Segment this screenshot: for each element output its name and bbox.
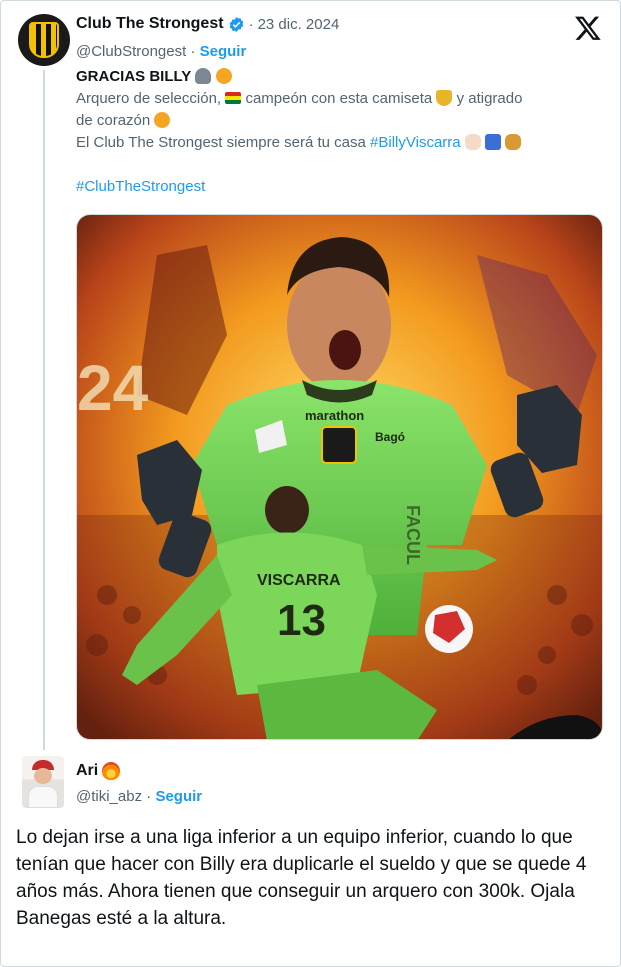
post-date[interactable]: 23 dic. 2024: [258, 16, 340, 33]
tweet-title: GRACIAS BILLY: [76, 68, 192, 85]
hand-emoji-icon: [195, 68, 212, 84]
tweet-header: Club The Strongest · 23 dic. 2024: [76, 15, 339, 33]
tweet-line: El Club The Strongest siempre será tu ca…: [76, 134, 366, 151]
tweet-line: y atigrado: [456, 90, 523, 107]
background-number: 24: [77, 352, 149, 424]
hashtag-link[interactable]: #ClubTheStrongest: [76, 178, 205, 195]
author-handle[interactable]: @ClubStrongest: [76, 43, 186, 60]
fire-emoji-icon: [102, 762, 121, 780]
shirt-emoji-icon: [484, 134, 501, 150]
leopard-emoji-icon: [505, 134, 522, 150]
player-name: VISCARRA: [257, 572, 341, 589]
handle-row: @ClubStrongest · Seguir: [76, 43, 246, 60]
trophy-emoji-icon: [436, 90, 453, 106]
follow-button[interactable]: Seguir: [200, 43, 247, 60]
player-number: 13: [277, 596, 326, 645]
separator: ·: [190, 43, 196, 60]
bolivia-flag-icon: [225, 92, 242, 104]
avatar-club[interactable]: [18, 14, 70, 66]
tweet-line: campeón con esta camiseta: [245, 90, 433, 107]
reply-header: Ari: [76, 762, 121, 780]
tiger-emoji-icon: [215, 68, 232, 84]
hashtag-link[interactable]: #BillyViscarra: [370, 134, 461, 151]
tweet-text: GRACIAS BILLY Arquero de selección, camp…: [76, 66, 606, 198]
author-name[interactable]: Club The Strongest: [76, 15, 224, 33]
shirt-icon: [28, 786, 58, 808]
tweet-line: de corazón: [76, 112, 151, 129]
club-crest-icon: [29, 22, 59, 58]
thread-line: [43, 70, 45, 750]
reply-handle[interactable]: @tiki_abz: [76, 788, 142, 805]
x-logo-icon[interactable]: [574, 14, 602, 42]
separator: ·: [248, 15, 254, 33]
jersey-crest-icon: [321, 426, 357, 464]
verified-badge-icon: [229, 16, 243, 32]
reply-handle-row: @tiki_abz · Seguir: [76, 788, 202, 805]
separator: ·: [146, 788, 152, 805]
clap-emoji-icon: [464, 134, 481, 150]
tweet-line: Arquero de selección,: [76, 90, 222, 107]
post-image[interactable]: 24 marathon Bagó VISCARRA 13 FACUL: [76, 214, 603, 740]
tiger-emoji-icon: [154, 112, 171, 128]
avatar-reply[interactable]: [22, 756, 64, 808]
goalkeeper-poster: 24 marathon Bagó VISCARRA 13 FACUL: [77, 215, 602, 739]
jersey-sponsor-2: Bagó: [375, 430, 405, 444]
jersey-sponsor: marathon: [305, 408, 364, 423]
face-icon: [34, 768, 52, 784]
reply-follow-button[interactable]: Seguir: [155, 788, 202, 805]
jersey-side-text: FACUL: [403, 505, 423, 565]
reply-text: Lo dejan irse a una liga inferior a un e…: [16, 827, 587, 929]
reply-author-name[interactable]: Ari: [76, 762, 98, 780]
